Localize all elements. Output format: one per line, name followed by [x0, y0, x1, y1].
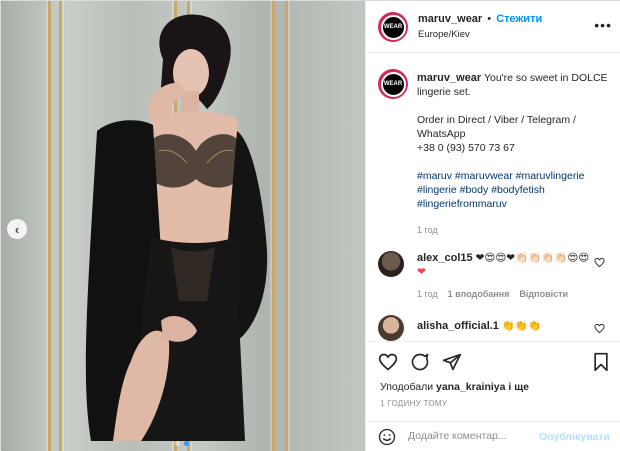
commenter-avatar[interactable] [378, 251, 404, 277]
author-avatar[interactable]: WEAR [378, 12, 408, 42]
like-comment-heart-icon[interactable] [594, 257, 605, 268]
carousel-dot-active [184, 441, 189, 446]
caption-hashtags[interactable]: #maruv #maruvwear #maruvlingerie #linger… [417, 169, 613, 211]
commenter-avatar[interactable] [378, 315, 404, 341]
post-photo[interactable]: ‹ [1, 1, 365, 451]
post-sidebar: WEAR maruv_wear • Стежити Europe/Kiev ••… [365, 1, 620, 451]
header-title-row: maruv_wear • Стежити [418, 13, 543, 25]
comment: alex_col15 ❤😍😍❤👏🏻👏🏻👏🏻👏🏻😍😍 ❤ [417, 251, 595, 279]
carousel-indicator [175, 441, 189, 446]
post-location[interactable]: Europe/Kiev [418, 29, 470, 40]
emoji-smiley-icon[interactable] [378, 428, 396, 446]
post-timestamp[interactable]: 1 ГОДИНУ ТОМУ [380, 399, 447, 408]
carousel-dot [175, 441, 180, 446]
comment-bubble-icon[interactable] [410, 352, 430, 372]
likes-more[interactable]: і ще [508, 381, 529, 393]
comment-text: 👏👏👏 [501, 320, 542, 332]
like-comment-heart-icon[interactable] [594, 323, 605, 334]
save-bookmark-icon[interactable] [592, 352, 610, 372]
likes-summary: Уподобали yana_krainiya і ще [380, 381, 529, 393]
caption-time[interactable]: 1 год [417, 223, 613, 237]
caption-author-avatar[interactable]: WEAR [378, 69, 408, 99]
caption-username[interactable]: maruv_wear [417, 72, 481, 84]
post-header: WEAR maruv_wear • Стежити Europe/Kiev ••… [366, 1, 620, 53]
liker-username[interactable]: yana_krainiya [436, 381, 505, 393]
post-modal: ‹ WEAR maruv_wear • Стежити Europe/Kiev … [0, 0, 620, 451]
more-options-icon[interactable]: ••• [594, 17, 612, 33]
comment-text-2: ❤ [417, 266, 426, 278]
comment-meta: 1 год 1 вподобання Відповісти [417, 289, 568, 299]
add-comment-row: Опублікувати [366, 421, 620, 451]
follow-button[interactable]: Стежити [496, 13, 542, 25]
comment-username[interactable]: alisha_official.1 [417, 320, 499, 332]
post-actions [366, 341, 620, 377]
like-heart-icon[interactable] [378, 352, 398, 372]
comment-username[interactable]: alex_col15 [417, 252, 473, 264]
add-comment-input[interactable] [408, 430, 538, 442]
model-figure [85, 14, 268, 441]
comment: alisha_official.1 👏👏👏 [417, 319, 595, 332]
caption-order: Order in Direct / Viber / Telegram / Wha… [417, 114, 576, 140]
comment-text: ❤😍😍❤👏🏻👏🏻👏🏻👏🏻😍😍 [475, 252, 590, 264]
reply-button[interactable]: Відповісти [519, 289, 568, 299]
post-caption: maruv_wear You're so sweet in DOLCE ling… [417, 71, 613, 237]
publish-comment-button[interactable]: Опублікувати [539, 431, 610, 443]
author-username[interactable]: maruv_wear [418, 13, 482, 25]
carousel-prev-button[interactable]: ‹ [7, 219, 27, 239]
comment-time[interactable]: 1 год [417, 289, 438, 299]
caption-phone: +38 0 (93) 570 73 67 [417, 142, 515, 154]
comment-likes[interactable]: 1 вподобання [448, 289, 510, 299]
share-send-icon[interactable] [442, 352, 462, 372]
